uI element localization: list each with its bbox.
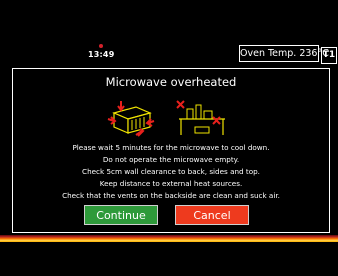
clock: 13:49: [88, 50, 115, 59]
message-line: Check that the vents on the backside are…: [62, 191, 280, 200]
message-line: Please wait 5 minutes for the microwave …: [72, 143, 270, 152]
message-line: Keep distance to external heat sources.: [99, 179, 243, 188]
message-line: Do not operate the microwave empty.: [102, 155, 240, 164]
continue-button[interactable]: Continue: [84, 205, 158, 225]
overheat-dialog: Microwave overheated Please wait 5 minut…: [12, 68, 330, 233]
message-line: Check 5cm wall clearance to back, sides …: [82, 167, 260, 176]
dialog-title: Microwave overheated: [105, 75, 237, 89]
oven-temperature-display[interactable]: Oven Temp. 236°C: [239, 45, 329, 62]
microwave-vents-icon: [106, 99, 156, 141]
cancel-button[interactable]: Cancel: [175, 205, 249, 225]
no-objects-on-top-icon: [173, 99, 229, 141]
status-indicator-dot: [99, 44, 103, 48]
mode-badge[interactable]: T1: [321, 47, 337, 64]
heat-stripe-bar: [0, 235, 338, 242]
